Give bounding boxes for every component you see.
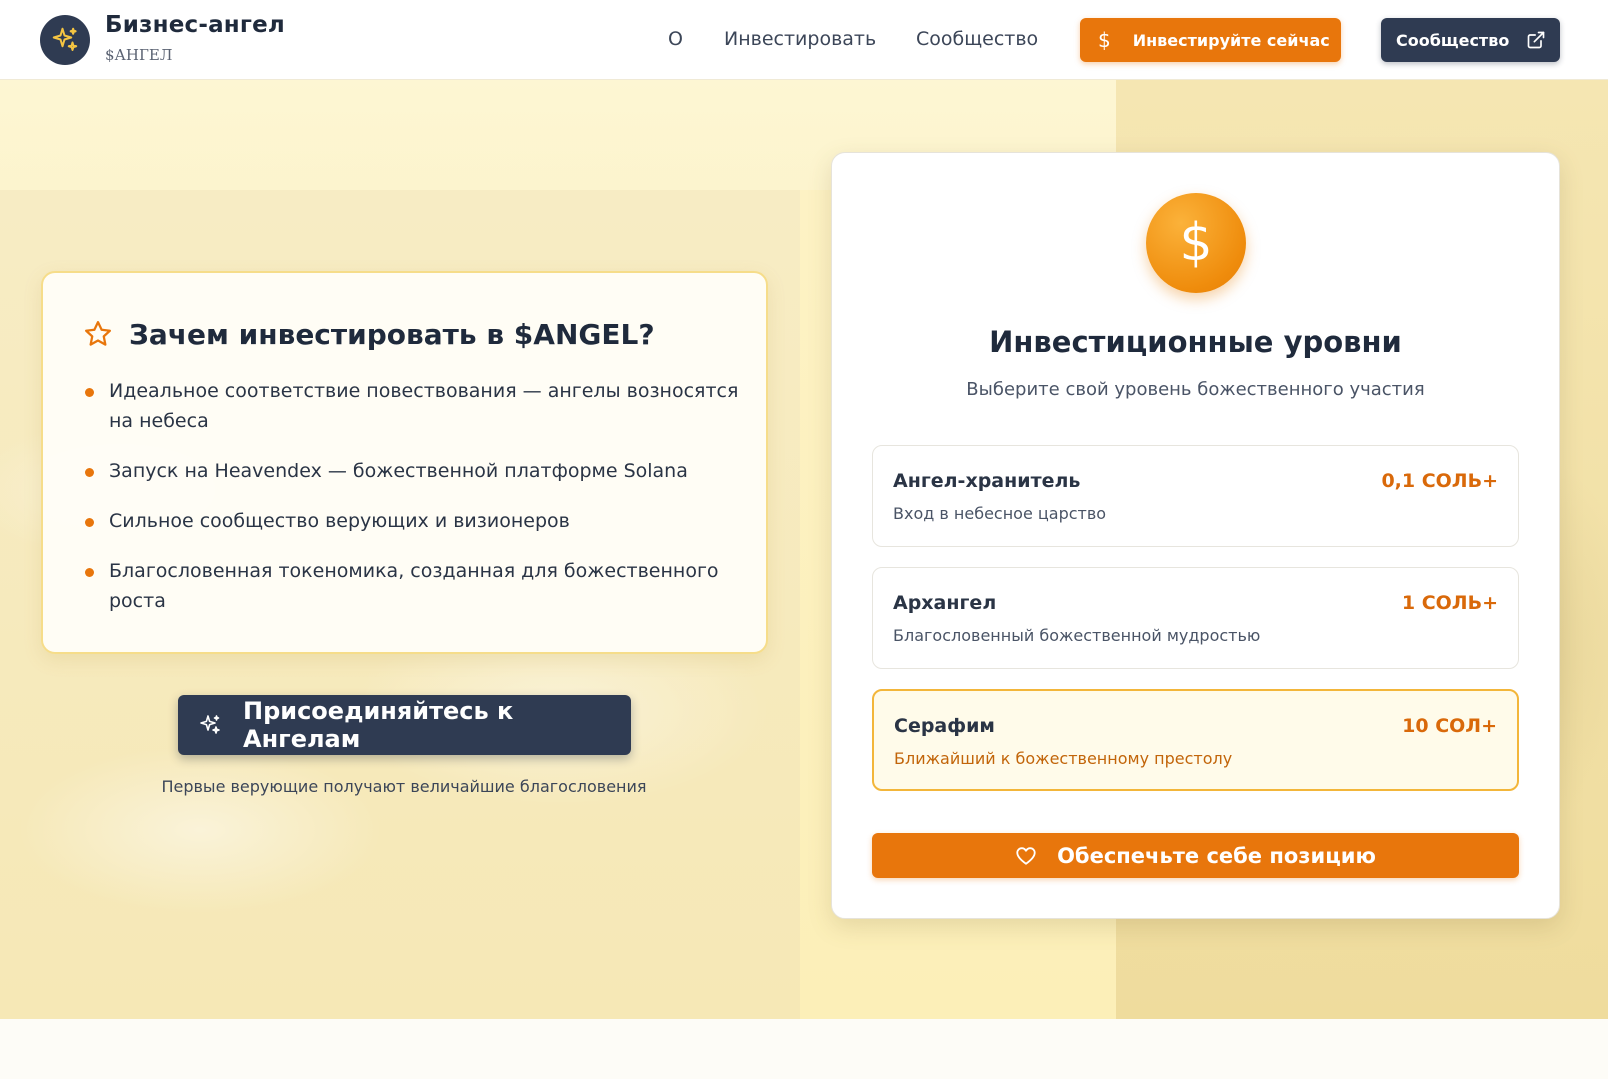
tier-name: Архангел: [893, 592, 997, 614]
tier-price: 1 СОЛЬ+: [1401, 592, 1498, 614]
community-label: Сообщество: [1396, 30, 1510, 50]
why-invest-title: Зачем инвестировать в $ANGEL?: [129, 318, 655, 351]
list-item: Запуск на Heavendex — божественной платф…: [85, 456, 749, 486]
heart-icon: [1015, 845, 1037, 867]
tier-seraphim[interactable]: Серафим Ближайший к божественному престо…: [872, 689, 1519, 791]
list-item: Сильное сообщество верующих и визионеров: [85, 506, 749, 536]
tier-price: 0,1 СОЛЬ+: [1381, 470, 1498, 492]
investment-tiers-card: $ Инвестиционные уровни Выберите свой ур…: [831, 152, 1560, 919]
tier-guardian-angel[interactable]: Ангел-хранитель Вход в небесное царство …: [872, 445, 1519, 547]
coin-icon: $: [1146, 193, 1246, 293]
bullet-dot: [85, 468, 94, 477]
list-item-text: Сильное сообщество верующих и визионеров: [109, 510, 570, 532]
tiers-subtitle: Выберите свой уровень божественного учас…: [966, 379, 1425, 400]
external-link-icon: [1527, 31, 1545, 49]
list-item-text: Идеальное соответствие повествования — а…: [109, 380, 739, 432]
community-button[interactable]: Сообщество: [1381, 18, 1560, 62]
secure-position-button[interactable]: Обеспечьте себе позицию: [872, 833, 1519, 878]
logo[interactable]: [40, 15, 90, 65]
tier-archangel[interactable]: Архангел Благословенный божественной муд…: [872, 567, 1519, 669]
nav-invest[interactable]: Инвестировать: [724, 28, 876, 50]
star-icon: [85, 321, 111, 346]
site-header: Бизнес-ангел $АНГЕЛ О Инвестировать Сооб…: [0, 0, 1608, 80]
list-item: Идеальное соответствие повествования — а…: [85, 376, 749, 436]
list-item: Благословенная токеномика, созданная для…: [85, 556, 749, 616]
tier-description: Благословенный божественной мудростью: [893, 626, 1261, 645]
bullet-dot: [85, 568, 94, 577]
join-note: Первые верующие получают величайшие благ…: [161, 777, 647, 796]
dollar-icon: $: [1098, 28, 1111, 52]
tier-price: 10 СОЛ+: [1402, 715, 1497, 737]
bullet-dot: [85, 518, 94, 527]
footer-strip: [0, 1019, 1608, 1079]
brand-name[interactable]: Бизнес-ангел: [105, 12, 285, 38]
sparkles-icon: [52, 27, 78, 51]
secure-position-label: Обеспечьте себе позицию: [1057, 843, 1376, 868]
invest-now-button[interactable]: $ Инвестируйте сейчас: [1080, 18, 1341, 62]
nav-about[interactable]: О: [668, 28, 683, 50]
list-item-text: Благословенная токеномика, созданная для…: [109, 560, 719, 612]
why-invest-card: Зачем инвестировать в $ANGEL? Идеальное …: [41, 271, 768, 654]
coin-glyph: $: [1179, 213, 1213, 273]
tier-description: Вход в небесное царство: [893, 504, 1107, 523]
join-angels-button[interactable]: Присоединяйтесь к Ангелам: [178, 695, 631, 755]
sparkles-icon: [200, 715, 220, 734]
brand-ticker: $АНГЕЛ: [105, 46, 173, 64]
invest-now-label: Инвестируйте сейчас: [1132, 30, 1330, 50]
tier-description: Ближайший к божественному престолу: [894, 749, 1233, 768]
tier-name: Ангел-хранитель: [893, 470, 1081, 492]
tiers-title: Инвестиционные уровни: [989, 325, 1402, 359]
list-item-text: Запуск на Heavendex — божественной платф…: [109, 460, 688, 482]
bullet-dot: [85, 388, 94, 397]
tier-name: Серафим: [894, 715, 995, 737]
join-angels-label: Присоединяйтесь к Ангелам: [243, 697, 514, 753]
nav-community[interactable]: Сообщество: [916, 28, 1038, 50]
